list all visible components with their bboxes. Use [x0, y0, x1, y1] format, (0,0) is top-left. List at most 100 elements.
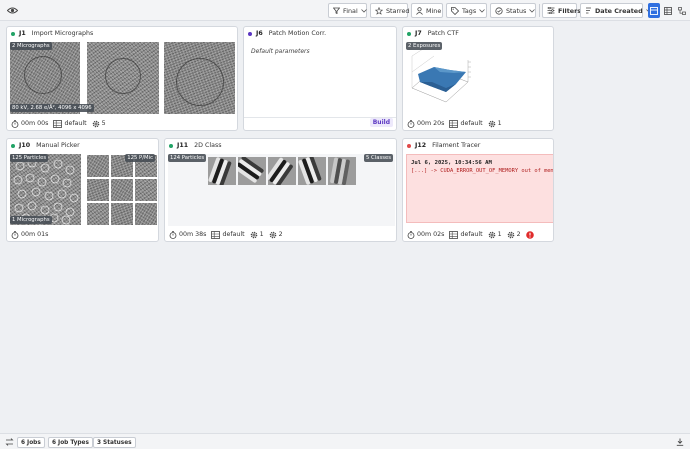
particle-picks-overlay	[13, 158, 79, 225]
status-circle-icon	[495, 6, 503, 15]
statuses-count-chip[interactable]: 3 Statuses	[93, 437, 136, 448]
tree-view-button[interactable]	[676, 3, 688, 18]
lane: default	[53, 119, 87, 128]
job-title: Manual Picker	[36, 142, 80, 149]
stopwatch-icon	[11, 230, 19, 239]
micrograph-thumbnail[interactable]	[164, 42, 235, 114]
job-card-footer: 00m 02s default 1 2	[403, 228, 553, 241]
job-card-header: J7 Patch CTF	[403, 27, 553, 40]
class-average[interactable]	[268, 157, 296, 185]
lane-icon	[211, 230, 221, 239]
toolbar: Final Starred Mine Tags Status Filters D…	[0, 0, 690, 21]
job-card-header: J6 Patch Motion Corr.	[244, 27, 396, 40]
picked-micrograph[interactable]	[10, 154, 81, 225]
exposures-count-badge: 2 Exposures	[406, 42, 443, 50]
card-view-icon	[650, 6, 658, 15]
job-card-footer: 00m 01s	[7, 228, 158, 241]
gear-icon	[507, 231, 514, 238]
runtime-value: 00m 20s	[417, 120, 445, 127]
card-view-button[interactable]	[648, 3, 660, 18]
user-icon	[416, 6, 423, 15]
build-button[interactable]: Build	[369, 118, 393, 127]
status-dot-completed	[169, 143, 173, 148]
tags-filter-button[interactable]: Tags	[446, 3, 487, 18]
gear-icon	[92, 120, 99, 127]
eye-icon	[7, 7, 18, 14]
job-card-j10[interactable]: J10 Manual Picker 125 Particles 1 Microg…	[6, 138, 159, 242]
jobs-count-chip[interactable]: 6 Jobs	[17, 437, 45, 448]
toolbar-divider	[539, 4, 540, 17]
job-types-count-chip[interactable]: 6 Job Types	[48, 437, 93, 448]
jobs-count-label: Jobs	[27, 439, 41, 446]
filter-icon	[333, 7, 340, 14]
download-icon[interactable]	[676, 438, 684, 446]
runtime: 00m 00s	[11, 119, 49, 128]
job-card-j6[interactable]: J6 Patch Motion Corr. Default parameters…	[243, 26, 397, 131]
outputs-count-value: 5	[101, 120, 106, 127]
job-card-footer: 00m 38s default 1 2	[165, 228, 396, 241]
job-title: Import Micrographs	[31, 30, 94, 37]
final-filter-label: Final	[343, 6, 358, 15]
mine-filter-button[interactable]: Mine	[411, 3, 443, 18]
class-average[interactable]	[208, 157, 236, 185]
job-id: J1	[19, 30, 26, 37]
class-average[interactable]	[298, 157, 326, 185]
job-id: J11	[177, 142, 189, 149]
job-card-j1[interactable]: J1 Import Micrographs 2 Micrographs 80 k…	[6, 26, 238, 131]
filters-label: Filters	[558, 6, 582, 15]
micrograph-feature	[176, 58, 224, 106]
sort-label: Date Created	[595, 6, 643, 15]
particle-thumbnail	[135, 179, 157, 201]
filters-button[interactable]: Filters	[542, 3, 581, 18]
sort-select[interactable]: Date Created	[580, 3, 652, 18]
outputs-count-value: 2	[516, 231, 521, 238]
error-alert-icon[interactable]	[525, 230, 534, 239]
acquisition-info-badge: 80 kV, 2.68 e/Å², 4096 x 4096	[10, 104, 94, 112]
class-average[interactable]	[328, 157, 356, 185]
status-filter-button[interactable]: Status	[490, 3, 536, 18]
particles-count-badge: 124 Particles	[168, 154, 207, 162]
lane: default	[211, 230, 245, 239]
swap-arrows-icon[interactable]	[5, 438, 14, 446]
tag-icon	[451, 6, 459, 15]
outputs-count-value: 2	[278, 231, 283, 238]
final-filter-button[interactable]: Final	[328, 3, 367, 18]
runtime: 00m 38s	[169, 230, 206, 239]
lane-icon	[449, 119, 459, 128]
job-id: J12	[415, 142, 427, 149]
gear-icon	[488, 231, 495, 238]
starred-filter-button[interactable]: Starred	[370, 3, 409, 18]
error-message: [...] -> CUDA_ERROR_OUT_OF_MEMORY out of…	[411, 168, 554, 174]
lane-value: default	[222, 231, 245, 238]
class-average[interactable]	[238, 157, 266, 185]
sliders-icon	[547, 7, 555, 14]
visibility-toggle[interactable]	[5, 3, 20, 18]
job-id: J10	[19, 142, 31, 149]
job-card-j7[interactable]: J7 Patch CTF 2 Exposures 00m 20s default…	[402, 26, 554, 131]
job-card-header: J11 2D Class	[165, 139, 396, 152]
lane-value: default	[460, 120, 483, 127]
status-filter-label: Status	[506, 6, 527, 15]
particle-thumbnail	[111, 179, 133, 201]
ctf-surface-plot[interactable]	[406, 42, 478, 114]
job-title: Patch Motion Corr.	[268, 30, 327, 37]
job-card-j12[interactable]: J12 Filament Tracer Jul 6, 2025, 10:34:5…	[402, 138, 554, 242]
job-title: 2D Class	[194, 142, 222, 149]
micrograph-feature	[24, 56, 62, 94]
table-view-button[interactable]	[662, 3, 674, 18]
micrograph-feature	[105, 58, 141, 94]
error-timestamp: Jul 6, 2025, 10:34:56 AM	[411, 160, 492, 166]
job-card-j11[interactable]: J11 2D Class 124 Particles 5 Classes 00m…	[164, 138, 397, 242]
job-card-header: J12 Filament Tracer	[403, 139, 553, 152]
statuses-label: Statuses	[103, 439, 132, 446]
stopwatch-icon	[11, 119, 19, 128]
runtime-value: 00m 00s	[21, 120, 49, 127]
particle-thumbnail	[87, 155, 109, 177]
outputs-count: 1	[488, 120, 502, 128]
gear-icon	[488, 120, 495, 127]
micrograph-thumbnail[interactable]	[87, 42, 159, 114]
job-parameters-summary: Default parameters	[251, 48, 310, 55]
tree-view-icon	[678, 6, 686, 15]
outputs-count-value: 1	[497, 120, 502, 127]
gear-icon	[269, 231, 276, 238]
